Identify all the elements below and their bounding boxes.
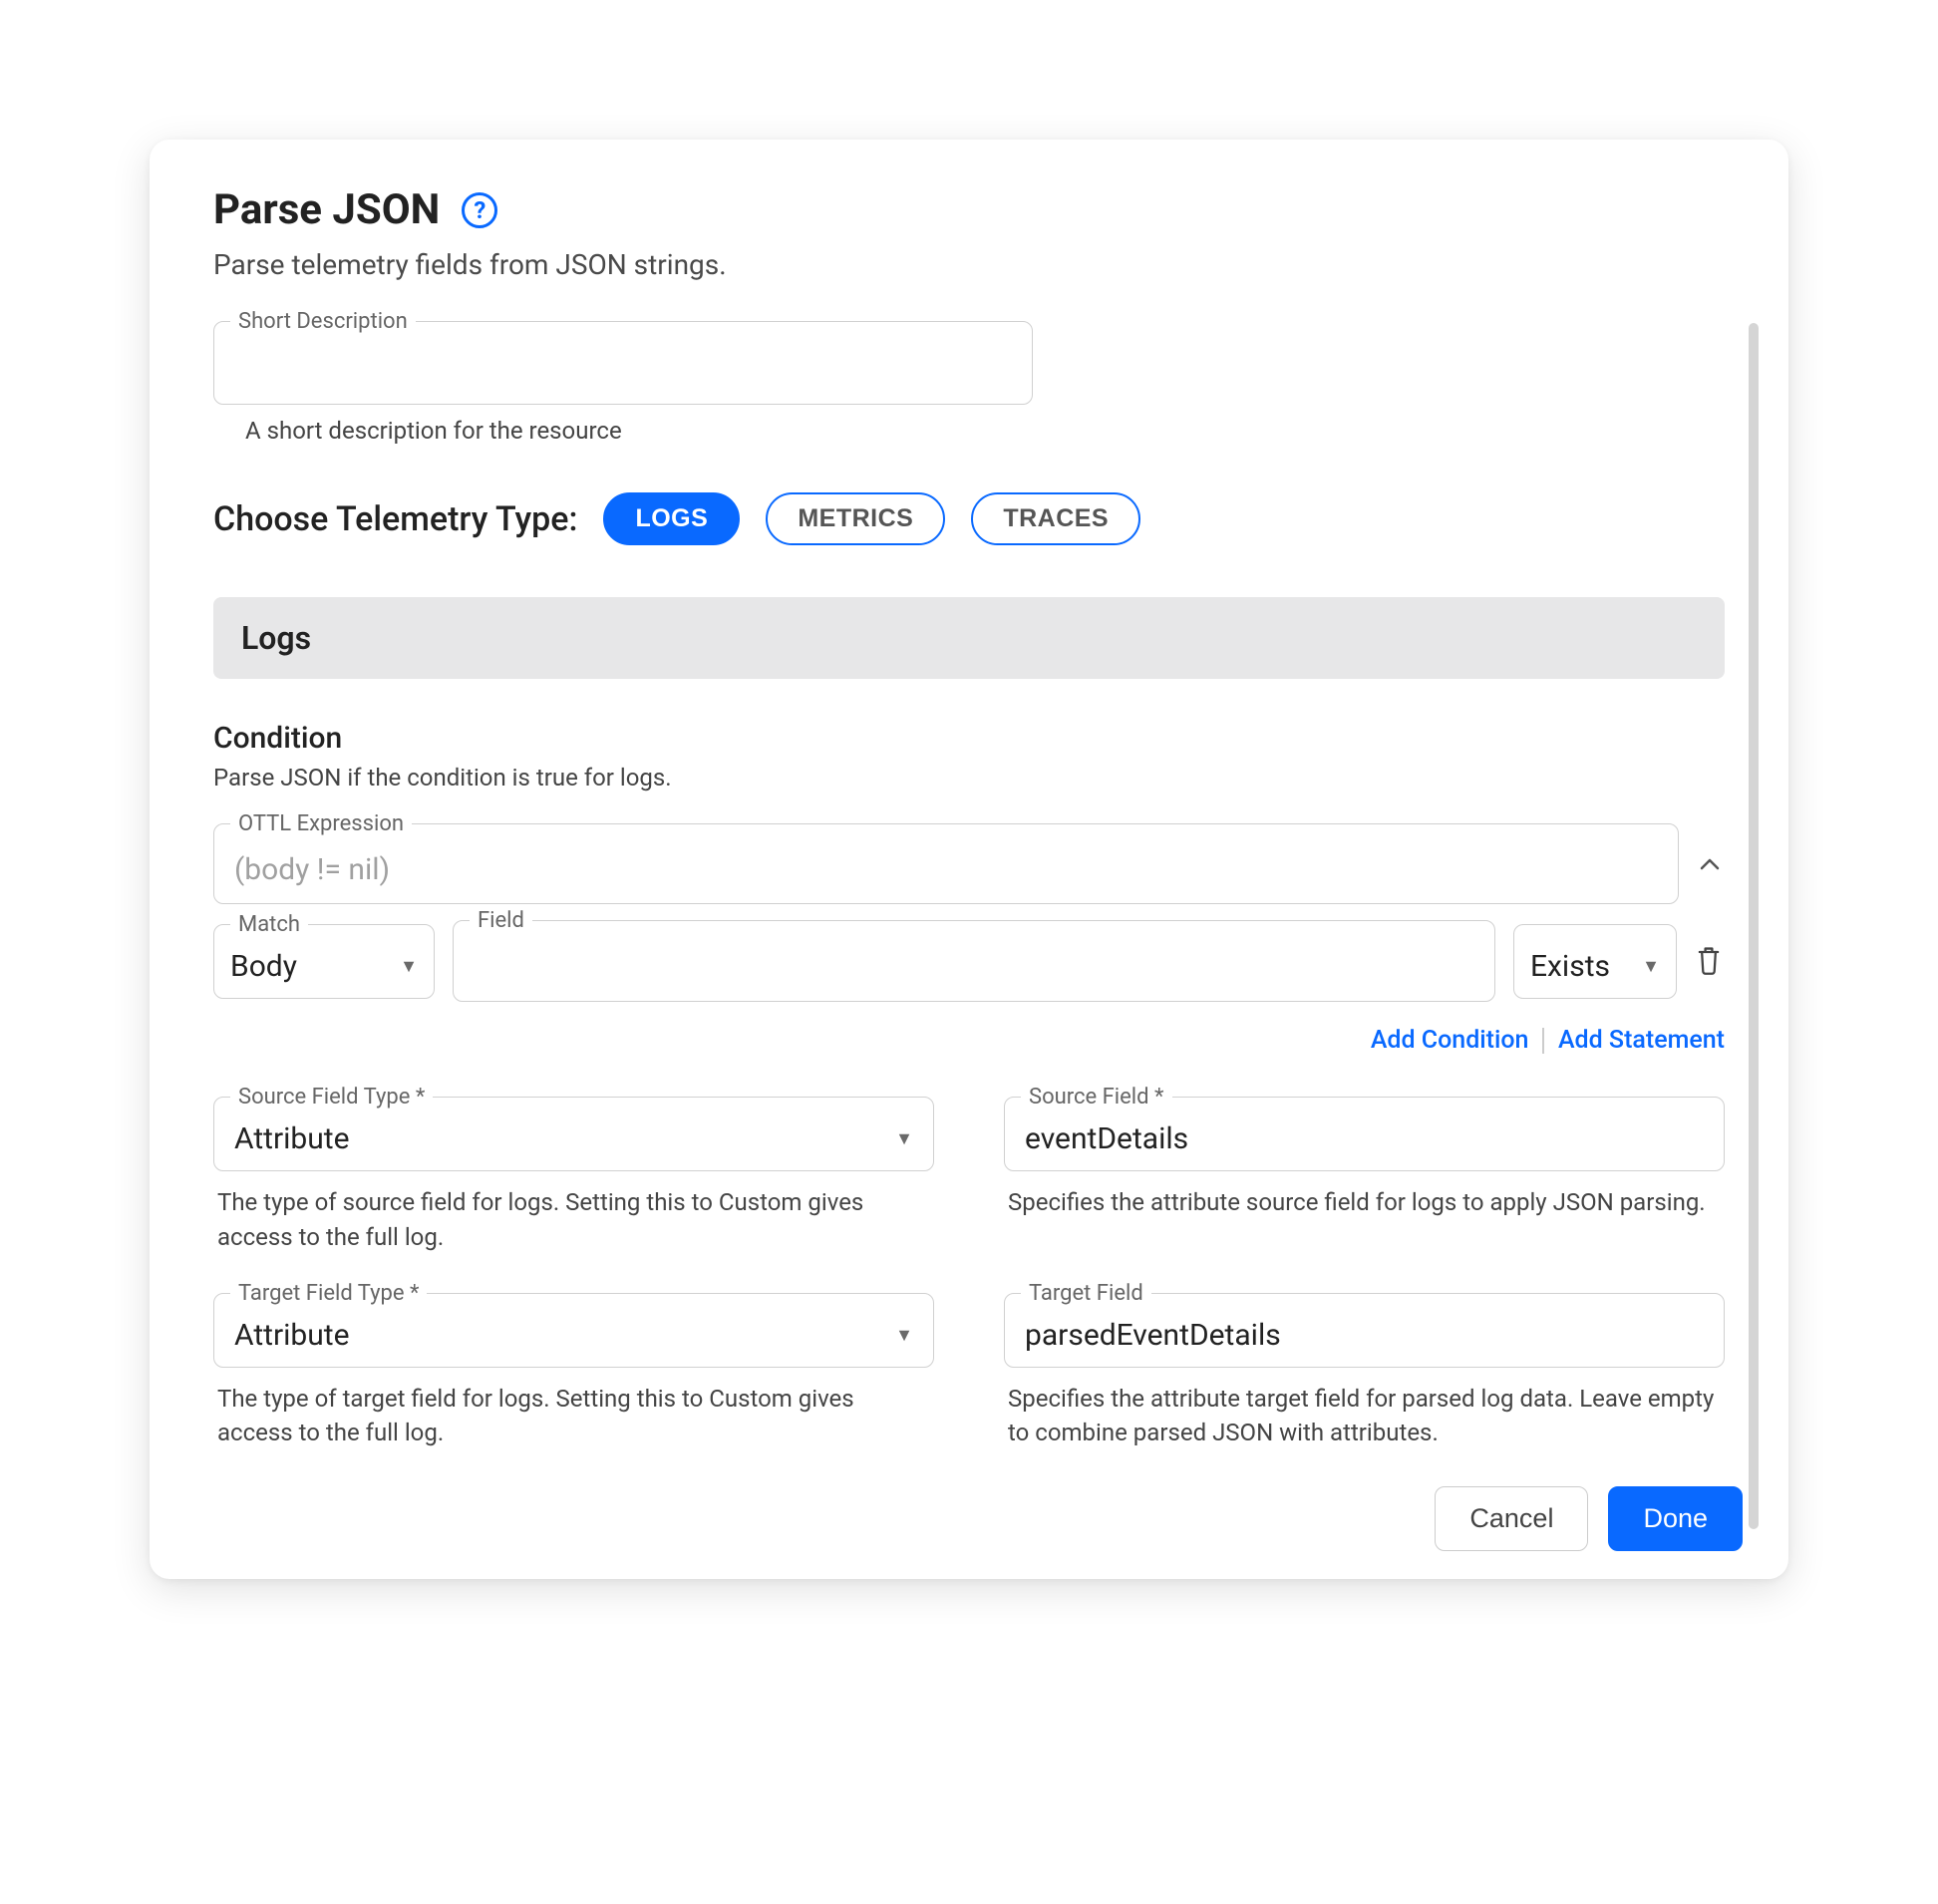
target-field-label: Target Field xyxy=(1021,1281,1151,1306)
ottl-expression-label: OTTL Expression xyxy=(230,811,412,836)
ottl-expression-value: (body != nil) xyxy=(234,852,1658,887)
telemetry-pill-metrics[interactable]: METRICS xyxy=(766,492,945,545)
source-field-label: Source Field * xyxy=(1021,1085,1172,1110)
operator-select[interactable]: Exists ▼ xyxy=(1513,924,1677,999)
chevron-down-icon: ▼ xyxy=(1642,956,1660,977)
dialog-header: Parse JSON ? Parse telemetry fields from… xyxy=(150,185,1788,299)
target-field-input[interactable]: Target Field parsedEventDetails xyxy=(1004,1293,1725,1368)
section-banner-logs: Logs xyxy=(213,597,1725,679)
target-field-type-label: Target Field Type * xyxy=(230,1281,427,1306)
dialog-footer: Cancel Done xyxy=(150,1462,1788,1551)
source-field-type-label: Source Field Type * xyxy=(230,1085,433,1110)
source-field-type-value: Attribute xyxy=(234,1121,350,1156)
chevron-down-icon: ▼ xyxy=(895,1325,913,1346)
telemetry-type-label: Choose Telemetry Type: xyxy=(213,499,577,539)
dialog-title: Parse JSON xyxy=(213,185,440,234)
ottl-expression-field[interactable]: OTTL Expression (body != nil) xyxy=(213,823,1679,904)
dialog-body: Short Description A short description fo… xyxy=(150,299,1788,1450)
chevron-down-icon: ▼ xyxy=(400,956,418,977)
short-description-helper: A short description for the resource xyxy=(245,417,1725,445)
condition-field-label: Field xyxy=(470,908,532,933)
source-field-helper: Specifies the attribute source field for… xyxy=(1004,1185,1725,1220)
chevron-down-icon: ▼ xyxy=(895,1128,913,1149)
operator-value: Exists xyxy=(1530,949,1610,984)
trash-icon[interactable] xyxy=(1695,944,1725,978)
dialog-subtitle: Parse telemetry fields from JSON strings… xyxy=(213,248,1725,281)
telemetry-type-row: Choose Telemetry Type: LOGS METRICS TRAC… xyxy=(213,492,1725,545)
target-field-value: parsedEventDetails xyxy=(1025,1318,1281,1353)
short-description-field[interactable]: Short Description xyxy=(213,321,1033,405)
match-select[interactable]: Match Body ▼ xyxy=(213,924,435,999)
target-field-helper: Specifies the attribute target field for… xyxy=(1004,1382,1725,1451)
add-condition-link[interactable]: Add Condition xyxy=(1371,1026,1529,1055)
target-field-type-value: Attribute xyxy=(234,1318,350,1353)
match-value: Body xyxy=(230,949,297,984)
chevron-up-icon[interactable] xyxy=(1695,851,1725,876)
source-field-type-helper: The type of source field for logs. Setti… xyxy=(213,1185,934,1255)
condition-field-input[interactable]: Field xyxy=(453,920,1495,1002)
source-field-value: eventDetails xyxy=(1025,1121,1188,1156)
help-icon[interactable]: ? xyxy=(462,192,497,228)
add-statement-link[interactable]: Add Statement xyxy=(1558,1026,1725,1055)
target-field-type-select[interactable]: Target Field Type * Attribute ▼ xyxy=(213,1293,934,1368)
condition-title: Condition xyxy=(213,721,1725,756)
dialog-parse-json: Parse JSON ? Parse telemetry fields from… xyxy=(150,140,1788,1579)
done-button[interactable]: Done xyxy=(1608,1486,1743,1551)
short-description-input[interactable] xyxy=(234,352,1012,384)
short-description-label: Short Description xyxy=(230,309,416,334)
telemetry-pill-traces[interactable]: TRACES xyxy=(971,492,1140,545)
condition-subtitle: Parse JSON if the condition is true for … xyxy=(213,764,1725,792)
cancel-button[interactable]: Cancel xyxy=(1435,1486,1588,1551)
source-field-input[interactable]: Source Field * eventDetails xyxy=(1004,1097,1725,1171)
source-field-type-select[interactable]: Source Field Type * Attribute ▼ xyxy=(213,1097,934,1171)
target-field-type-helper: The type of target field for logs. Setti… xyxy=(213,1382,934,1451)
scrollbar[interactable] xyxy=(1749,323,1759,1529)
match-label: Match xyxy=(230,912,308,937)
condition-field-text[interactable] xyxy=(470,950,1478,982)
divider xyxy=(1542,1028,1544,1054)
telemetry-pill-logs[interactable]: LOGS xyxy=(603,492,740,545)
